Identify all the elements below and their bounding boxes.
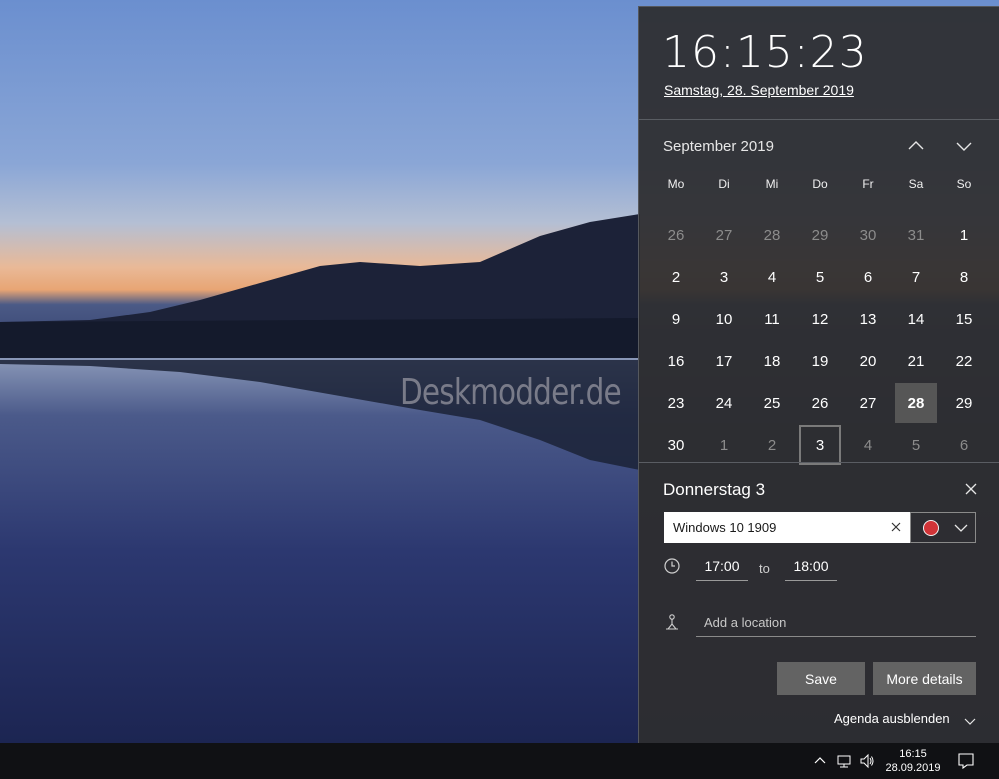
calendar-day[interactable]: 6 xyxy=(847,257,889,297)
calendar-day[interactable]: 17 xyxy=(703,341,745,381)
taskbar-time: 16:15 xyxy=(899,748,927,760)
calendar-day[interactable]: 13 xyxy=(847,299,889,339)
calendar-day[interactable]: 10 xyxy=(703,299,745,339)
weekday-label: Mi xyxy=(765,177,779,191)
weekday-label: Mo xyxy=(667,177,685,191)
calendar-day-today[interactable]: 28 xyxy=(895,383,937,423)
calendar-day[interactable]: 22 xyxy=(943,341,985,381)
next-month-button[interactable] xyxy=(952,134,976,158)
calendar-day[interactable]: 3 xyxy=(703,257,745,297)
weekday-label: Di xyxy=(718,177,730,191)
calendar-day[interactable]: 26 xyxy=(655,215,697,255)
month-label[interactable]: September 2019 xyxy=(663,138,774,155)
end-time-picker[interactable]: 18:00 xyxy=(785,555,837,581)
weekday-label: Fr xyxy=(862,177,874,191)
calendar-day[interactable]: 15 xyxy=(943,299,985,339)
calendar-day[interactable]: 25 xyxy=(751,383,793,423)
calendar-day[interactable]: 7 xyxy=(895,257,937,297)
calendar-days: 26 27 28 29 30 31 1 2 3 4 5 6 7 8 9 10 11 12 13 14 15 16 17 18 1… xyxy=(652,214,988,466)
chevron-down-icon xyxy=(954,524,968,532)
event-name-input[interactable] xyxy=(664,512,910,543)
calendar-day[interactable]: 8 xyxy=(943,257,985,297)
network-icon[interactable] xyxy=(836,753,852,769)
calendar-day[interactable]: 1 xyxy=(943,215,985,255)
calendar-day[interactable]: 14 xyxy=(895,299,937,339)
calendar-day[interactable]: 16 xyxy=(655,341,697,381)
calendar-day[interactable]: 4 xyxy=(847,425,889,465)
weekday-label: So xyxy=(956,177,972,191)
chevron-down-icon[interactable] xyxy=(963,715,977,729)
weekday-label: Do xyxy=(812,177,828,191)
calendar-day[interactable]: 12 xyxy=(799,299,841,339)
close-icon xyxy=(891,522,901,532)
calendar-day[interactable]: 30 xyxy=(847,215,889,255)
save-button[interactable]: Save xyxy=(777,662,865,695)
calendar-day[interactable]: 5 xyxy=(895,425,937,465)
weekday-label: Sa xyxy=(908,177,924,191)
event-color-dropdown[interactable] xyxy=(910,512,976,543)
calendar-day[interactable]: 30 xyxy=(655,425,697,465)
chevron-up-icon[interactable] xyxy=(812,753,828,769)
calendar-day[interactable]: 27 xyxy=(703,215,745,255)
volume-icon[interactable] xyxy=(859,753,875,769)
event-day-title: Donnerstag 3 xyxy=(663,480,766,499)
hide-agenda-toggle[interactable]: Agenda ausblenden xyxy=(834,711,950,726)
calendar-flyout: 16:15:23 Samstag, 28. September 2019 Sep… xyxy=(638,6,999,743)
calendar-day[interactable]: 29 xyxy=(943,383,985,423)
weekday-header: Mo Di Mi Do Fr Sa So xyxy=(652,177,988,195)
calendar-day[interactable]: 4 xyxy=(751,257,793,297)
calendar-day[interactable]: 21 xyxy=(895,341,937,381)
calendar-day[interactable]: 9 xyxy=(655,299,697,339)
calendar-grid: Mo Di Mi Do Fr Sa So 26 27 28 29 30 31 1 2 3 4 5 6 7 8 9 10 11… xyxy=(652,177,988,466)
taskbar-date: 28.09.2019 xyxy=(885,762,941,774)
calendar-day[interactable]: 31 xyxy=(895,215,937,255)
calendar-day[interactable]: 19 xyxy=(799,341,841,381)
taskbar: 16:15 28.09.2019 xyxy=(0,743,999,779)
calendar-day[interactable]: 27 xyxy=(847,383,889,423)
time-to-label: to xyxy=(759,561,770,576)
calendar-day[interactable]: 18 xyxy=(751,341,793,381)
location-pin-icon xyxy=(666,614,678,630)
divider xyxy=(639,119,999,120)
calendar-day[interactable]: 6 xyxy=(943,425,985,465)
clock-icon xyxy=(664,558,680,574)
clear-input-button[interactable] xyxy=(889,520,903,534)
calendar-day[interactable]: 2 xyxy=(751,425,793,465)
close-event-button[interactable] xyxy=(961,479,981,499)
calendar-day[interactable]: 29 xyxy=(799,215,841,255)
close-icon xyxy=(965,483,977,495)
chevron-up-icon xyxy=(908,141,924,150)
calendar-day[interactable]: 24 xyxy=(703,383,745,423)
calendar-day[interactable]: 26 xyxy=(799,383,841,423)
calendar-day[interactable]: 2 xyxy=(655,257,697,297)
calendar-day[interactable]: 1 xyxy=(703,425,745,465)
clock-date-link[interactable]: Samstag, 28. September 2019 xyxy=(664,82,854,98)
taskbar-clock[interactable]: 16:15 28.09.2019 xyxy=(885,747,941,775)
clock-time: 16:15:23 xyxy=(662,27,868,78)
location-input[interactable]: Add a location xyxy=(696,611,976,637)
chevron-down-icon xyxy=(956,142,972,151)
action-center-icon[interactable] xyxy=(957,752,975,770)
color-swatch xyxy=(923,520,939,536)
start-time-picker[interactable]: 17:00 xyxy=(696,555,748,581)
calendar-day[interactable]: 5 xyxy=(799,257,841,297)
calendar-day[interactable]: 23 xyxy=(655,383,697,423)
more-details-button[interactable]: More details xyxy=(873,662,976,695)
calendar-day-selected[interactable]: 3 xyxy=(799,425,841,465)
prev-month-button[interactable] xyxy=(904,134,928,158)
divider xyxy=(639,462,999,463)
calendar-day[interactable]: 28 xyxy=(751,215,793,255)
watermark-text: Deskmodder.de xyxy=(400,372,622,413)
calendar-day[interactable]: 11 xyxy=(751,299,793,339)
calendar-day[interactable]: 20 xyxy=(847,341,889,381)
